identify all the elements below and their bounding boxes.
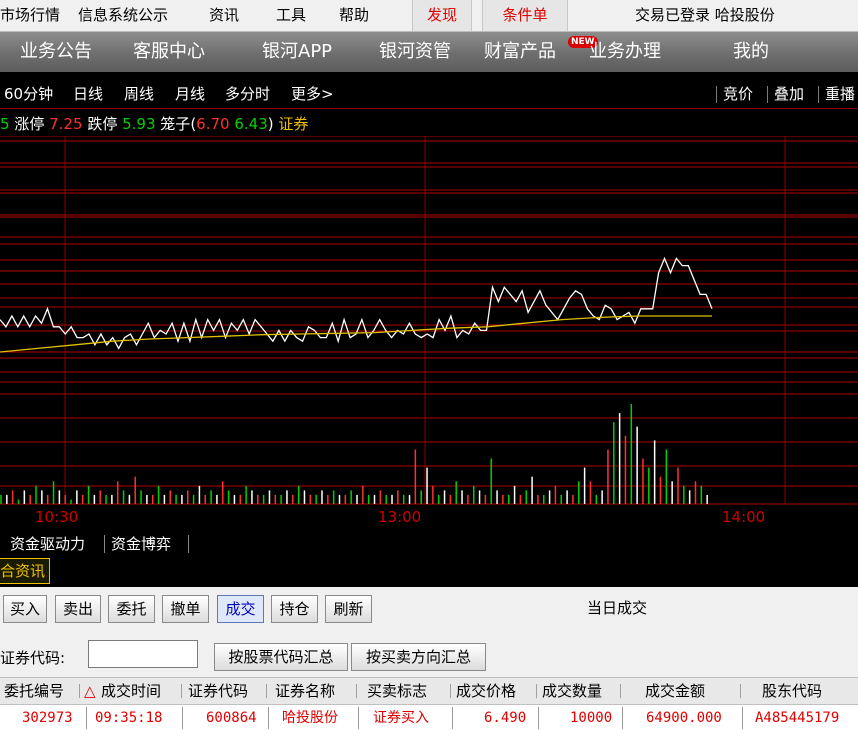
order-button[interactable]: 委托 bbox=[108, 595, 155, 623]
menu-info-disclosure[interactable]: 信息系统公示 bbox=[78, 0, 168, 31]
menu-market[interactable]: 市场行情 bbox=[0, 0, 60, 31]
overlay-button[interactable]: 叠加 bbox=[774, 80, 804, 108]
limit-up-label: 涨停 bbox=[14, 115, 45, 133]
limit-down-label: 跌停 bbox=[87, 115, 118, 133]
tab-conditional-order[interactable]: 条件单 bbox=[482, 0, 568, 31]
divider bbox=[450, 684, 451, 698]
col-stock-name[interactable]: 证券名称 bbox=[275, 678, 335, 704]
period-week[interactable]: 周线 bbox=[124, 80, 154, 108]
cell-stock-name: 哈投股份 bbox=[282, 710, 338, 726]
nav-service-center[interactable]: 客服中心 bbox=[133, 32, 205, 72]
table-row[interactable]: 302973 09:35:18 600864 哈投股份 证券买入 6.490 1… bbox=[0, 705, 858, 731]
period-more[interactable]: 更多> bbox=[291, 80, 334, 108]
cell-order-no: 302973 bbox=[22, 710, 73, 726]
paren-close: ) bbox=[267, 115, 274, 133]
col-holder-code[interactable]: 股东代码 bbox=[762, 678, 822, 704]
cell-amount: 64900.000 bbox=[646, 710, 722, 726]
divider bbox=[740, 684, 741, 698]
cell-holder-code: A485445179 bbox=[755, 710, 840, 726]
divider bbox=[536, 684, 537, 698]
divider bbox=[188, 535, 189, 553]
cage-high-value: 6.70 bbox=[196, 115, 230, 133]
cell-stock-code: 600864 bbox=[206, 710, 257, 726]
price-line bbox=[0, 256, 713, 350]
positions-button[interactable]: 持仓 bbox=[271, 595, 318, 623]
x-tick-label: 14:00 bbox=[722, 508, 765, 526]
login-status: 交易已登录 哈投股份 bbox=[635, 6, 775, 24]
tab-news[interactable]: 合资讯 bbox=[0, 558, 51, 584]
cell-side: 证券买入 bbox=[373, 710, 429, 726]
summary-by-direction-button[interactable]: 按买卖方向汇总 bbox=[351, 643, 486, 671]
divider bbox=[79, 684, 80, 698]
buy-button[interactable]: 买入 bbox=[3, 595, 47, 623]
info-prefix: 5 bbox=[0, 115, 10, 133]
col-quantity[interactable]: 成交数量 bbox=[542, 678, 602, 704]
cell-quantity: 10000 bbox=[570, 710, 613, 726]
cage-label: 笼子 bbox=[160, 115, 191, 133]
divider bbox=[181, 684, 182, 698]
tab-fund-drive[interactable]: 资金驱动力 bbox=[10, 531, 85, 557]
divider bbox=[104, 535, 105, 553]
menu-help[interactable]: 帮助 bbox=[339, 0, 369, 31]
replay-button[interactable]: 重播 bbox=[825, 80, 855, 108]
divider bbox=[716, 86, 717, 103]
period-60min[interactable]: 60分钟 bbox=[4, 80, 53, 108]
period-day[interactable]: 日线 bbox=[73, 80, 103, 108]
nav-business[interactable]: 业务办理 bbox=[589, 32, 661, 72]
top-menu-bar: 市场行情 信息系统公示 资讯 工具 帮助 发现 条件单 交易已登录 哈投股份 bbox=[0, 0, 858, 32]
nav-app[interactable]: 银河APP bbox=[262, 32, 332, 72]
divider bbox=[266, 684, 267, 698]
nav-wealth-products[interactable]: 财富产品 bbox=[484, 32, 556, 72]
intraday-chart[interactable]: 10:30 13:00 14:00 bbox=[0, 136, 858, 529]
col-side[interactable]: 买卖标志 bbox=[367, 678, 427, 704]
cell-price: 6.490 bbox=[484, 710, 527, 726]
stock-code-input[interactable] bbox=[88, 640, 198, 668]
summary-by-code-button[interactable]: 按股票代码汇总 bbox=[214, 643, 348, 671]
limit-up-value: 7.25 bbox=[49, 115, 83, 133]
divider bbox=[767, 86, 768, 103]
nav-announcements[interactable]: 业务公告 bbox=[20, 32, 92, 72]
service-nav-bar: 业务公告 客服中心 银河APP 银河资管 财富产品 NEW 业务办理 我的 bbox=[0, 32, 858, 72]
auction-button[interactable]: 竞价 bbox=[723, 80, 753, 108]
cage-low-value: 6.43 bbox=[234, 115, 268, 133]
sort-icon: △ bbox=[84, 682, 96, 700]
panel-title: 当日成交 bbox=[587, 599, 648, 617]
period-month[interactable]: 月线 bbox=[175, 80, 205, 108]
sell-button[interactable]: 卖出 bbox=[55, 595, 101, 623]
limit-down-value: 5.93 bbox=[122, 115, 156, 133]
col-order-no[interactable]: 委托编号 bbox=[4, 678, 64, 704]
period-toolbar: 60分钟 日线 周线 月线 多分时 更多> 竞价 叠加 重播 bbox=[0, 80, 858, 109]
divider bbox=[356, 684, 357, 698]
trades-table-header: 委托编号 △ 成交时间 证券代码 证券名称 买卖标志 成交价格 成交数量 成交金… bbox=[0, 677, 858, 705]
col-trade-time[interactable]: 成交时间 bbox=[101, 678, 161, 704]
divider bbox=[818, 86, 819, 103]
menu-tools[interactable]: 工具 bbox=[276, 0, 306, 31]
tab-discover[interactable]: 发现 bbox=[412, 0, 472, 31]
x-tick-label: 13:00 bbox=[378, 508, 421, 526]
divider bbox=[620, 684, 621, 698]
col-price[interactable]: 成交价格 bbox=[456, 678, 516, 704]
col-stock-code[interactable]: 证券代码 bbox=[188, 678, 248, 704]
menu-news[interactable]: 资讯 bbox=[209, 0, 239, 31]
cancel-order-button[interactable]: 撤单 bbox=[162, 595, 209, 623]
price-limit-info: 5 涨停 7.25 跌停 5.93 笼子(6.70 6.43) 证券 bbox=[0, 113, 308, 135]
period-multi-time[interactable]: 多分时 bbox=[225, 80, 270, 108]
sector-label[interactable]: 证券 bbox=[278, 115, 308, 133]
trade-panel: 买入 卖出 委托 撤单 成交 持仓 刷新 当日成交 证券代码: 按股票代码汇总 … bbox=[0, 587, 858, 731]
nav-mine[interactable]: 我的 bbox=[733, 32, 769, 72]
nav-asset-management[interactable]: 银河资管 bbox=[379, 32, 451, 72]
refresh-button[interactable]: 刷新 bbox=[325, 595, 372, 623]
tab-fund-game[interactable]: 资金博弈 bbox=[111, 531, 171, 557]
trades-button[interactable]: 成交 bbox=[217, 595, 264, 623]
cell-trade-time: 09:35:18 bbox=[95, 710, 163, 726]
x-tick-label: 10:30 bbox=[35, 508, 78, 526]
stock-code-label: 证券代码: bbox=[0, 649, 66, 667]
col-amount[interactable]: 成交金额 bbox=[645, 678, 705, 704]
